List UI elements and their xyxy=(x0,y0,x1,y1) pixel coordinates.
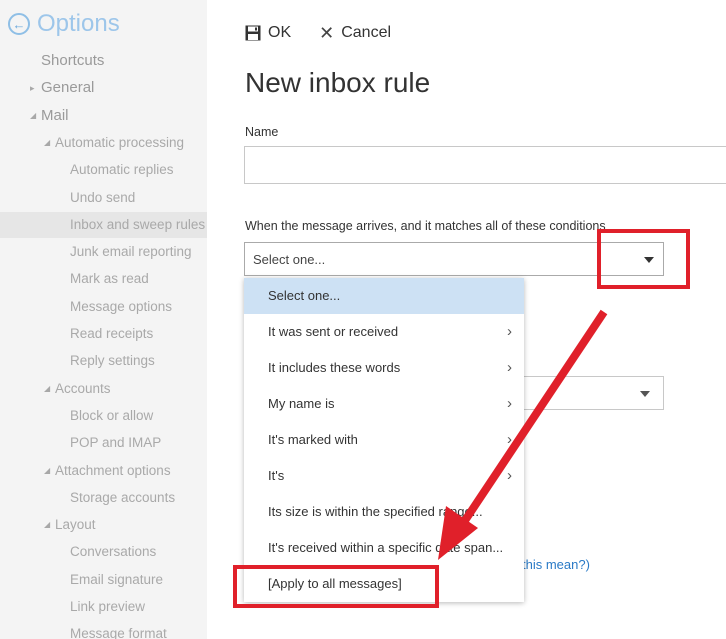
sidebar-item[interactable]: Reply settings xyxy=(0,348,207,374)
sidebar-item-label: Link preview xyxy=(70,599,146,614)
rule-toolbar: OK ✕ Cancel xyxy=(245,24,419,42)
sidebar-item-label: Inbox and sweep rules xyxy=(70,216,206,232)
dropdown-option-label: My name is xyxy=(268,396,335,411)
dropdown-option-label: It's received within a specific date spa… xyxy=(268,540,504,555)
expand-caret-icon[interactable]: ◢ xyxy=(44,458,50,484)
sidebar-item[interactable]: Link preview xyxy=(0,594,207,620)
save-icon xyxy=(245,25,261,41)
options-sidebar: ← Options Shortcuts ▸ General ◢ Mail ◢ Automat… xyxy=(0,0,207,639)
sidebar-item-label: Attachment options xyxy=(55,462,171,478)
sidebar-item[interactable]: Inbox and sweep rules xyxy=(0,211,207,238)
chevron-right-icon: › xyxy=(507,431,512,448)
sidebar-item-label: Block or allow xyxy=(70,407,154,423)
sidebar-item[interactable]: ◢ Layout xyxy=(0,512,207,538)
sidebar-item-label: Accounts xyxy=(55,380,111,396)
what-does-this-mean-link[interactable]: this mean?) xyxy=(522,557,590,572)
collapse-caret-icon[interactable]: ▸ xyxy=(30,75,35,101)
sidebar-item-label: Layout xyxy=(55,517,96,533)
expand-caret-icon[interactable]: ◢ xyxy=(44,512,50,538)
sidebar-item[interactable]: ▸ General xyxy=(0,75,207,101)
sidebar-item[interactable]: ◢ Mail xyxy=(0,103,207,129)
sidebar-item[interactable]: Message format xyxy=(0,621,207,639)
name-label: Name xyxy=(245,125,279,139)
dropdown-option-label: Select one... xyxy=(268,288,341,303)
expand-caret-icon[interactable]: ◢ xyxy=(44,130,50,156)
chevron-down-icon[interactable] xyxy=(640,391,650,397)
sidebar-item-label: Conversations xyxy=(70,544,157,560)
sidebar-item[interactable]: Conversations xyxy=(0,539,207,565)
cancel-label: Cancel xyxy=(341,24,392,41)
chevron-right-icon: › xyxy=(507,467,512,484)
options-title: Options xyxy=(37,10,120,37)
sidebar-item[interactable]: Email signature xyxy=(0,567,207,593)
sidebar-item[interactable]: Automatic replies xyxy=(0,157,207,183)
page-title: New inbox rule xyxy=(245,67,431,98)
dropdown-option-label: It includes these words xyxy=(268,360,401,375)
sidebar-item-label: Message format xyxy=(70,626,167,639)
back-arrow-icon[interactable]: ← xyxy=(8,13,30,35)
sidebar-item[interactable]: ◢ Attachment options xyxy=(0,458,207,484)
dropdown-option[interactable]: It includes these words › xyxy=(244,350,524,386)
sidebar-item-label: Mark as read xyxy=(70,271,149,287)
ok-button[interactable]: OK xyxy=(245,24,291,42)
sidebar-item-label: Mail xyxy=(41,106,69,124)
sidebar-item[interactable]: Storage accounts xyxy=(0,485,207,511)
dropdown-option[interactable]: My name is › xyxy=(244,386,524,422)
chevron-right-icon: › xyxy=(507,359,512,376)
sidebar-item[interactable]: ◢ Automatic processing xyxy=(0,130,207,156)
sidebar-item[interactable]: Undo send xyxy=(0,185,207,211)
sidebar-item-label: Read receipts xyxy=(70,326,154,341)
sidebar-item[interactable]: Block or allow xyxy=(0,403,207,429)
conditions-select-value: Select one... xyxy=(253,252,326,267)
sidebar-item-label: POP and IMAP xyxy=(70,435,162,451)
sidebar-item-label: General xyxy=(41,79,95,97)
sidebar-item-label: Junk email reporting xyxy=(70,244,192,260)
dropdown-arrow-highlight-box xyxy=(597,229,690,289)
conditions-label: When the message arrives, and it matches… xyxy=(245,219,606,233)
apply-all-highlight-box xyxy=(233,565,439,608)
sidebar-item-label: Message options xyxy=(70,298,173,314)
sidebar-item-label: Automatic replies xyxy=(70,162,174,178)
action-select[interactable] xyxy=(516,376,664,410)
sidebar-item-label: Storage accounts xyxy=(70,489,176,505)
dropdown-option[interactable]: It's › xyxy=(244,458,524,494)
sidebar-item[interactable]: Read receipts xyxy=(0,321,207,347)
dropdown-option[interactable]: It's received within a specific date spa… xyxy=(244,530,524,566)
sidebar-item[interactable]: Mark as read xyxy=(0,266,207,292)
conditions-dropdown-list: Select one... It was sent or received › It … xyxy=(244,278,524,602)
sidebar-item-label: Automatic processing xyxy=(55,134,185,150)
dropdown-option[interactable]: It's marked with › xyxy=(244,422,524,458)
sidebar-item[interactable]: ◢ Accounts xyxy=(0,376,207,402)
dropdown-option-label: Its size is within the specified range..… xyxy=(268,504,483,519)
close-icon: ✕ xyxy=(319,23,335,43)
dropdown-option-label: It's marked with xyxy=(268,432,358,447)
sidebar-item[interactable]: Message options xyxy=(0,294,207,320)
dropdown-option-label: It's xyxy=(268,468,285,483)
dropdown-option[interactable]: It was sent or received › xyxy=(244,314,524,350)
sidebar-item[interactable]: Junk email reporting xyxy=(0,239,207,265)
chevron-right-icon: › xyxy=(507,323,512,340)
sidebar-item-label: Email signature xyxy=(70,571,164,587)
cancel-button[interactable]: ✕ Cancel xyxy=(319,24,391,42)
expand-caret-icon[interactable]: ◢ xyxy=(30,103,36,129)
chevron-right-icon: › xyxy=(507,395,512,412)
dropdown-option-label: It was sent or received xyxy=(268,324,399,339)
expand-caret-icon[interactable]: ◢ xyxy=(44,376,50,402)
dropdown-option[interactable]: Select one... xyxy=(244,278,524,314)
sidebar-item-label: Shortcuts xyxy=(41,52,105,69)
sidebar-item-label: Reply settings xyxy=(70,353,155,369)
dropdown-option[interactable]: Its size is within the specified range..… xyxy=(244,494,524,530)
sidebar-item[interactable]: Shortcuts xyxy=(0,48,207,74)
rule-name-input[interactable] xyxy=(244,146,726,184)
sidebar-item[interactable]: POP and IMAP xyxy=(0,430,207,456)
back-to-options[interactable]: ← Options xyxy=(8,10,120,38)
ok-label: OK xyxy=(268,24,292,41)
sidebar-item-label: Undo send xyxy=(70,189,136,205)
